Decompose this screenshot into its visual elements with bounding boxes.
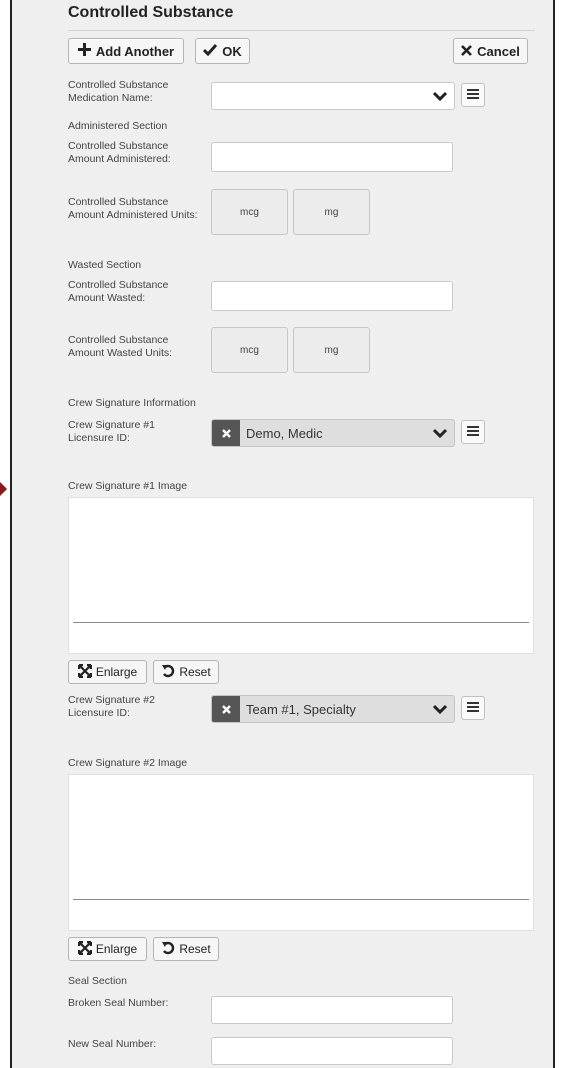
sig2-enlarge-button[interactable]: Enlarge	[68, 937, 147, 961]
crew-signature-section-title: Crew Signature Information	[68, 397, 196, 409]
sig2-licensure-label: Crew Signature #2 Licensure ID:	[68, 694, 155, 719]
chevron-down-icon[interactable]	[426, 420, 454, 446]
sig2-licensure-select[interactable]: Team #1, Specialty	[211, 695, 455, 723]
amount-wasted-input[interactable]	[211, 281, 453, 311]
reset-label: Reset	[179, 942, 211, 956]
amount-wasted-label: Controlled Substance Amount Wasted:	[68, 279, 169, 304]
wasted-unit-mcg-button[interactable]: mcg	[211, 327, 288, 373]
page-title: Controlled Substance	[68, 4, 234, 21]
modal-header: Controlled Substance Add Another OK Canc…	[12, 0, 553, 72]
sig2-image-label: Crew Signature #2 Image	[68, 757, 188, 769]
modal-frame: Controlled Substance Add Another OK Canc…	[10, 0, 555, 1068]
sig1-signature-pad[interactable]	[68, 497, 534, 654]
expand-icon	[77, 940, 93, 958]
enlarge-label: Enlarge	[95, 942, 138, 956]
administered-unit-mg-button[interactable]: mg	[293, 189, 370, 235]
wasted-section-title: Wasted Section	[68, 259, 142, 271]
sig2-reset-button[interactable]: Reset	[153, 937, 219, 961]
header-divider	[68, 30, 535, 31]
chevron-down-icon[interactable]	[426, 696, 454, 722]
sig1-reset-button[interactable]: Reset	[153, 660, 219, 684]
amount-administered-input[interactable]	[211, 142, 453, 172]
medication-name-select[interactable]	[211, 82, 455, 110]
medication-list-button[interactable]	[461, 83, 485, 107]
undo-icon	[161, 941, 175, 958]
check-icon	[203, 43, 218, 59]
broken-seal-label: Broken Seal Number:	[68, 997, 169, 1009]
amount-administered-units-label: Controlled Substance Amount Administered…	[68, 196, 198, 221]
clear-icon[interactable]	[212, 696, 240, 722]
administered-section-title: Administered Section	[68, 120, 168, 132]
sig1-licensure-select[interactable]: Demo, Medic	[211, 419, 455, 447]
list-icon	[467, 86, 479, 104]
sig1-signature-baseline	[73, 622, 529, 623]
seal-section-title: Seal Section	[68, 975, 127, 987]
enlarge-label: Enlarge	[95, 665, 138, 679]
sig1-image-label: Crew Signature #1 Image	[68, 480, 188, 492]
sig2-signature-pad[interactable]	[68, 774, 534, 931]
ok-button[interactable]: OK	[195, 38, 250, 64]
sig2-list-button[interactable]	[461, 696, 485, 720]
x-icon	[461, 44, 473, 59]
cancel-label: Cancel	[477, 43, 520, 59]
list-icon	[467, 423, 479, 441]
list-icon	[467, 699, 479, 717]
form-body: Controlled Substance Medication Name: Ad…	[12, 72, 553, 1068]
cancel-button[interactable]: Cancel	[453, 38, 528, 64]
medication-name-label: Controlled Substance Medication Name:	[68, 79, 169, 104]
new-seal-label: New Seal Number:	[68, 1038, 157, 1050]
clear-icon[interactable]	[212, 420, 240, 446]
sig2-licensure-value: Team #1, Specialty	[246, 702, 356, 717]
add-another-button[interactable]: Add Another	[68, 38, 184, 64]
administered-unit-mcg-button[interactable]: mcg	[211, 189, 288, 235]
amount-administered-label: Controlled Substance Amount Administered…	[68, 140, 171, 165]
reset-label: Reset	[179, 665, 211, 679]
sig2-signature-baseline	[73, 899, 529, 900]
undo-icon	[161, 664, 175, 681]
new-seal-input[interactable]	[211, 1037, 453, 1065]
wasted-unit-mg-button[interactable]: mg	[293, 327, 370, 373]
broken-seal-input[interactable]	[211, 996, 453, 1024]
add-another-label: Add Another	[95, 43, 175, 59]
amount-wasted-units-label: Controlled Substance Amount Wasted Units…	[68, 334, 173, 359]
expand-icon	[77, 663, 93, 681]
sig1-licensure-value: Demo, Medic	[246, 426, 323, 441]
plus-icon	[77, 43, 91, 59]
sig1-licensure-label: Crew Signature #1 Licensure ID:	[68, 419, 155, 444]
ok-label: OK	[222, 43, 242, 59]
chevron-down-icon[interactable]	[426, 83, 454, 109]
sig1-enlarge-button[interactable]: Enlarge	[68, 660, 147, 684]
sig1-list-button[interactable]	[461, 420, 485, 444]
pointer-arrow-icon	[0, 482, 7, 496]
